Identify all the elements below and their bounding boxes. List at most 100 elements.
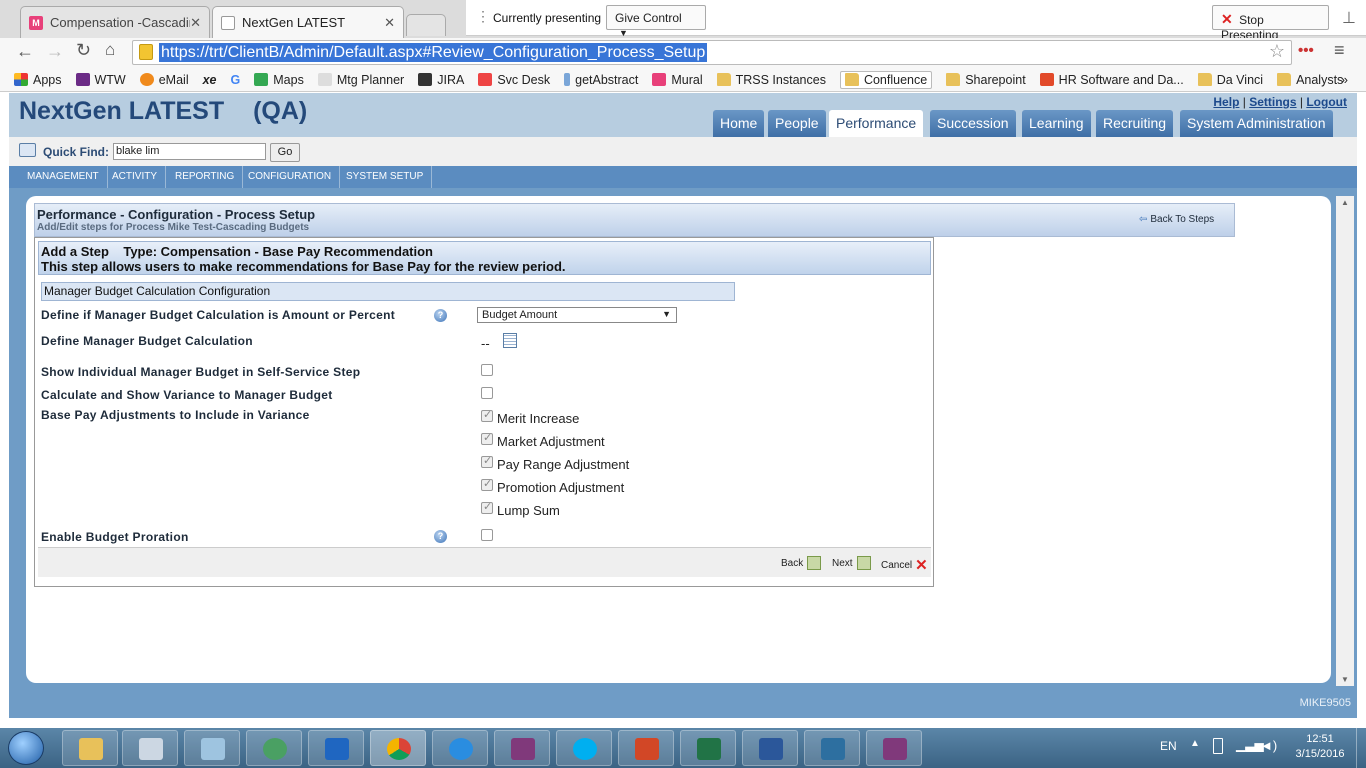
new-tab-button[interactable] xyxy=(406,14,446,36)
taskbar-network[interactable] xyxy=(246,730,302,766)
taskbar-skype[interactable] xyxy=(556,730,612,766)
getabstract-icon xyxy=(564,73,571,86)
battery-icon[interactable] xyxy=(1213,738,1223,754)
amount-or-percent-label: Define if Manager Budget Calculation is … xyxy=(41,308,396,322)
settings-link[interactable]: Settings xyxy=(1249,95,1296,109)
bookmark-svc-desk[interactable]: Svc Desk xyxy=(478,73,550,87)
bookmark-star-icon[interactable]: ☆ xyxy=(1269,41,1285,62)
bookmark-analysts[interactable]: Analysts xyxy=(1277,73,1343,87)
step-header: Add a Step Type: Compensation - Base Pay… xyxy=(38,241,931,275)
bookmark-da-vinci[interactable]: Da Vinci xyxy=(1197,73,1263,87)
quick-find-go-button[interactable]: Go xyxy=(270,143,300,162)
bookmark-trss-instances[interactable]: TRSS Instances xyxy=(716,73,826,87)
lump-sum-checkbox[interactable] xyxy=(481,500,493,514)
bookmark-wtw[interactable]: WTW xyxy=(75,73,126,87)
clock[interactable]: 12:51 3/15/2016 xyxy=(1294,732,1346,762)
show-individual-checkbox[interactable] xyxy=(481,364,493,376)
calc-variance-checkbox[interactable] xyxy=(481,387,493,399)
subnav-system-setup[interactable]: SYSTEM SETUP xyxy=(338,166,433,188)
subnav-activity[interactable]: ACTIVITY xyxy=(104,166,167,188)
browser-tab-nextgen[interactable]: NextGen LATEST ✕ xyxy=(212,6,404,38)
taskbar-internet-explorer[interactable] xyxy=(432,730,488,766)
taskbar-onenote[interactable] xyxy=(494,730,550,766)
subnav-management[interactable]: MANAGEMENT xyxy=(19,166,108,188)
proration-checkbox[interactable] xyxy=(481,529,493,541)
bookmark-maps[interactable]: Maps xyxy=(254,73,304,87)
subnav-reporting[interactable]: REPORTING xyxy=(167,166,244,188)
help-icon[interactable]: ? xyxy=(434,530,447,543)
bookmark-mural[interactable]: Mural xyxy=(652,73,703,87)
help-link[interactable]: Help xyxy=(1213,95,1239,109)
subnav-configuration[interactable]: CONFIGURATION xyxy=(240,166,341,188)
market-adjustment-checkbox[interactable] xyxy=(481,431,493,445)
logout-link[interactable]: Logout xyxy=(1306,95,1347,109)
scrollbar[interactable]: ▲ ▼ xyxy=(1336,196,1354,686)
menu-icon[interactable]: ≡ xyxy=(1334,40,1345,61)
home-icon[interactable]: ⌂ xyxy=(105,40,115,60)
taskbar-word[interactable] xyxy=(742,730,798,766)
pin-icon[interactable]: ⊥ xyxy=(1342,8,1356,28)
taskbar-calculator[interactable] xyxy=(122,730,178,766)
taskbar-chrome[interactable] xyxy=(370,730,426,766)
drag-handle-icon[interactable]: ⋮ xyxy=(476,8,490,25)
extension-icon[interactable]: ••• xyxy=(1298,42,1314,59)
browser-tab-compensation[interactable]: M Compensation -Cascading ✕ xyxy=(20,6,210,38)
back-arrow-icon[interactable]: ← xyxy=(16,41,34,62)
next-icon xyxy=(856,556,871,570)
bookmark-google[interactable]: G xyxy=(231,73,241,87)
url-text[interactable]: https://trt/ClientB/Admin/Default.aspx#R… xyxy=(159,43,708,62)
taskbar-excel[interactable] xyxy=(680,730,736,766)
bookmark-mtg-planner[interactable]: Mtg Planner xyxy=(317,73,404,87)
bookmark-sharepoint[interactable]: Sharepoint xyxy=(946,73,1026,87)
give-control-dropdown[interactable]: Give Control ▼ xyxy=(606,5,706,38)
next-button[interactable]: Next xyxy=(832,556,871,570)
promotion-adjustment-checkbox[interactable] xyxy=(481,477,493,491)
nav-tab-succession[interactable]: Succession xyxy=(930,110,1016,137)
bookmark-confluence[interactable]: Confluence xyxy=(839,70,933,89)
nav-tab-learning[interactable]: Learning xyxy=(1022,110,1091,137)
volume-icon[interactable]: ◄) xyxy=(1260,738,1277,753)
back-button[interactable]: Back xyxy=(781,556,822,570)
bookmark-jira[interactable]: JIRA xyxy=(418,73,464,87)
amount-or-percent-select[interactable]: Budget Amount ▼ xyxy=(477,307,677,323)
scroll-up-icon[interactable]: ▲ xyxy=(1341,198,1349,207)
reload-icon[interactable]: ↻ xyxy=(76,40,91,61)
windows-taskbar: EN ▲ ▁▃▅ ◄) 12:51 3/15/2016 xyxy=(0,728,1366,768)
quick-find-input[interactable]: blake lim xyxy=(113,143,266,160)
nav-tab-people[interactable]: People xyxy=(768,110,826,137)
stop-presenting-button[interactable]: ✕ Stop Presenting xyxy=(1212,5,1329,42)
forward-arrow-icon[interactable]: → xyxy=(46,41,64,62)
show-hidden-icons-icon[interactable]: ▲ xyxy=(1190,738,1200,749)
lock-warning-icon[interactable] xyxy=(139,44,153,60)
show-desktop-button[interactable] xyxy=(1356,728,1366,768)
cancel-button[interactable]: Cancel ✕ xyxy=(881,556,928,574)
close-tab-icon[interactable]: ✕ xyxy=(384,15,395,31)
nav-tab-performance[interactable]: Performance xyxy=(829,110,924,137)
taskbar-notes[interactable] xyxy=(184,730,240,766)
bookmark-xe[interactable]: xe xyxy=(203,73,217,87)
nav-tab-system-administration[interactable]: System Administration xyxy=(1180,110,1333,137)
taskbar-onenote-clip[interactable] xyxy=(866,730,922,766)
bookmark-email[interactable]: eMail xyxy=(139,73,189,87)
taskbar-snagit[interactable] xyxy=(804,730,860,766)
pay-range-adjustment-checkbox[interactable] xyxy=(481,454,493,468)
taskbar-powerpoint[interactable] xyxy=(618,730,674,766)
start-button-icon[interactable] xyxy=(8,731,44,765)
calculator-icon[interactable] xyxy=(503,333,517,348)
bookmark-hr-software[interactable]: HR Software and Da... xyxy=(1039,73,1184,87)
bookmark-apps[interactable]: Apps xyxy=(14,73,62,87)
address-bar[interactable]: https://trt/ClientB/Admin/Default.aspx#R… xyxy=(132,40,1292,65)
scroll-down-icon[interactable]: ▼ xyxy=(1341,675,1349,684)
back-to-steps-link[interactable]: ⇦ Back To Steps xyxy=(1139,214,1214,225)
merit-increase-checkbox[interactable] xyxy=(481,408,493,422)
bookmark-getabstract[interactable]: getAbstract xyxy=(564,73,638,87)
nav-tab-home[interactable]: Home xyxy=(713,110,765,137)
nav-tab-recruiting[interactable]: Recruiting xyxy=(1096,110,1174,137)
help-icon[interactable]: ? xyxy=(434,309,447,322)
mural-icon xyxy=(652,73,667,86)
language-indicator[interactable]: EN xyxy=(1160,739,1177,753)
taskbar-file-explorer[interactable] xyxy=(62,730,118,766)
close-tab-icon[interactable]: ✕ xyxy=(190,15,201,31)
taskbar-outlook[interactable] xyxy=(308,730,364,766)
more-bookmarks-icon[interactable]: » xyxy=(1341,72,1348,87)
